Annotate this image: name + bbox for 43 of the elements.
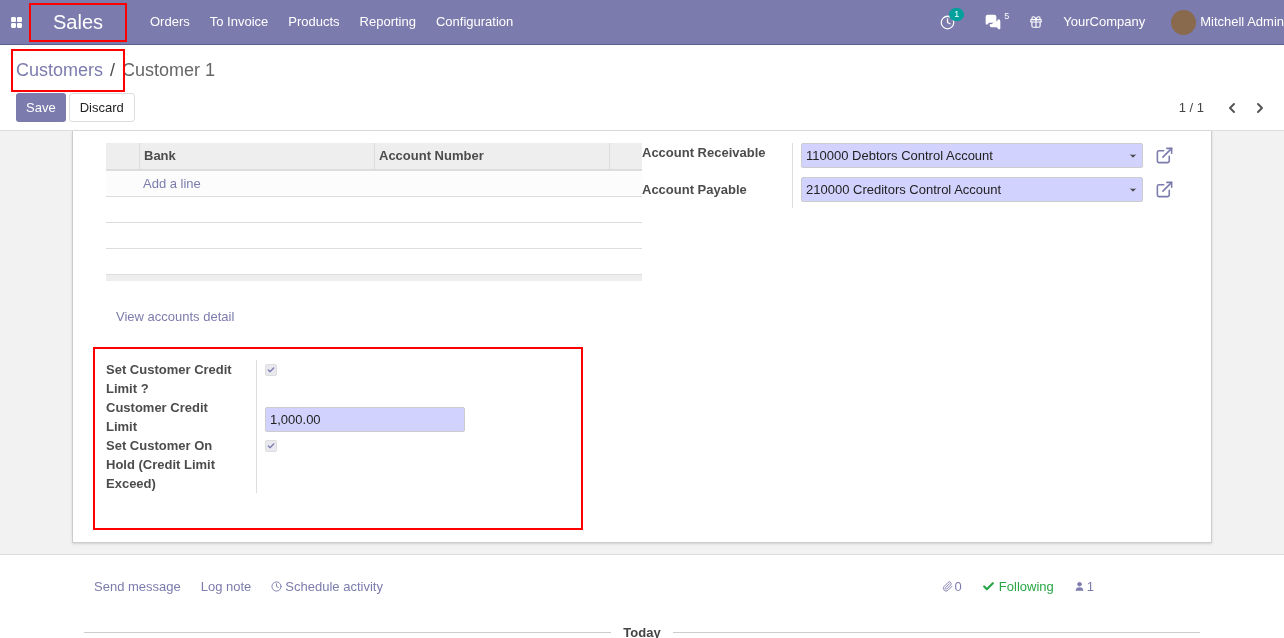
chatter-action[interactable]: Log note [200, 577, 252, 597]
messages-icon[interactable] [985, 14, 1002, 30]
message-count: 5 [1004, 10, 1010, 23]
followers-count[interactable]: 1 [1073, 577, 1094, 597]
chatter-action[interactable]: Schedule activity [271, 577, 383, 597]
pager-value: 1 / 1 [1178, 98, 1204, 117]
field-label: Account Payable [642, 180, 748, 199]
field-label: Set Customer Credit Limit ? [106, 361, 233, 398]
credit-limit-field[interactable]: 1,000.00 [265, 407, 465, 432]
field-label: Customer Credit Limit [106, 399, 209, 436]
user-icon [1073, 581, 1085, 593]
breadcrumb-separator: / [110, 59, 116, 82]
add-line-link[interactable]: Add a line [143, 173, 201, 194]
external-link-icon[interactable] [1155, 180, 1174, 199]
save-button[interactable]: Save [16, 93, 66, 122]
column-header: Account Number [375, 143, 610, 169]
company-switcher[interactable]: YourCompany [1063, 12, 1146, 32]
menu-item[interactable]: Orders [150, 12, 190, 32]
menu-item[interactable]: Products [288, 12, 340, 32]
breadcrumb-link[interactable]: Customers [16, 57, 104, 84]
checkbox[interactable] [265, 364, 277, 376]
checkbox[interactable] [265, 440, 277, 452]
view-accounts-link[interactable]: View accounts detail [116, 307, 642, 327]
user-name[interactable]: Mitchell Admin [1200, 12, 1284, 32]
field-label: Set Customer On Hold (Credit Limit Exceed) [106, 437, 217, 493]
clock-icon [271, 581, 283, 593]
chatter-action[interactable]: Send message [94, 577, 181, 597]
menu-item[interactable]: To Invoice [209, 12, 269, 32]
discard-button[interactable]: Discard [68, 93, 135, 122]
field-label: Account Receivable [642, 144, 767, 162]
column-header: Bank [140, 143, 375, 169]
account-select[interactable]: 110000 Debtors Control Account [801, 143, 1143, 168]
following-button[interactable]: Following [981, 577, 1054, 597]
menu-item[interactable]: Reporting [359, 12, 416, 32]
menu-item[interactable]: Configuration [435, 12, 514, 32]
apps-menu-icon[interactable] [10, 15, 23, 29]
paperclip-icon [941, 581, 953, 593]
attachments-count[interactable]: 0 [941, 577, 962, 597]
external-link-icon[interactable] [1155, 146, 1174, 165]
activity-clock-icon[interactable] [940, 14, 956, 30]
activity-count-badge: 1 [949, 7, 965, 21]
account-select[interactable]: 210000 Creditors Control Account [801, 177, 1143, 202]
gift-icon[interactable] [1029, 15, 1044, 29]
